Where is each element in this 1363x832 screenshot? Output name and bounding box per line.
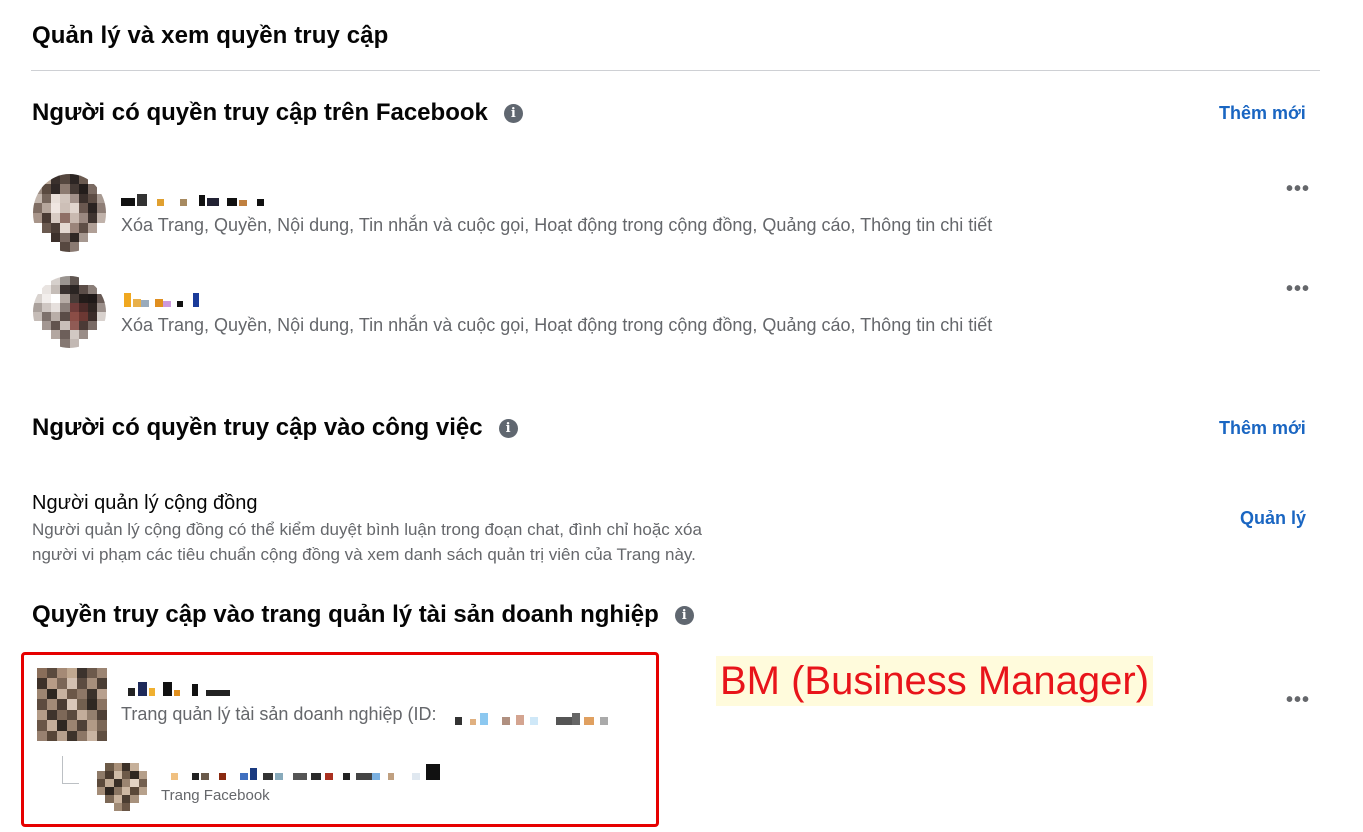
person-permissions: Xóa Trang, Quyền, Nội dung, Tin nhắn và …	[121, 215, 993, 235]
avatar[interactable]	[33, 276, 106, 348]
tree-connector	[62, 756, 79, 784]
facebook-access-section-title: Người có quyền truy cập trên Facebook i	[32, 99, 523, 127]
business-name-redacted[interactable]	[128, 678, 230, 696]
more-options-icon[interactable]: •••	[1286, 689, 1310, 712]
person-permissions: Xóa Trang, Quyền, Nội dung, Tin nhắn và …	[121, 315, 993, 335]
person-name-redacted[interactable]	[124, 289, 199, 307]
info-icon[interactable]: i	[498, 418, 518, 438]
info-icon[interactable]: i	[503, 103, 523, 123]
community-manager-title: Người quản lý cộng đồng	[32, 492, 258, 514]
info-icon[interactable]: i	[674, 605, 694, 625]
avatar[interactable]	[33, 174, 106, 252]
business-access-section-title: Quyền truy cập vào trang quản lý tài sản…	[32, 601, 694, 629]
add-facebook-access-button[interactable]: Thêm mới	[1219, 103, 1306, 124]
business-avatar[interactable]	[37, 668, 107, 741]
page-avatar[interactable]	[97, 763, 147, 811]
facebook-access-title: Người có quyền truy cập trên Facebook	[32, 99, 488, 126]
add-task-access-button[interactable]: Thêm mới	[1219, 418, 1306, 439]
community-manager-description-line1: Người quản lý cộng đồng có thể kiểm duyệ…	[32, 520, 702, 539]
page-name-redacted[interactable]	[171, 762, 440, 780]
manage-community-manager-button[interactable]: Quản lý	[1240, 508, 1306, 529]
page-subtitle: Trang Facebook	[161, 787, 270, 804]
more-options-icon[interactable]: •••	[1286, 278, 1310, 301]
business-subtitle: Trang quản lý tài sản doanh nghiệp (ID:	[121, 704, 437, 724]
page-title: Quản lý và xem quyền truy cập	[32, 22, 389, 49]
more-options-icon[interactable]: •••	[1286, 178, 1310, 201]
business-access-title: Quyền truy cập vào trang quản lý tài sản…	[32, 601, 659, 628]
header-divider	[31, 70, 1320, 71]
community-manager-description-line2: người vi phạm các tiêu chuẩn cộng đồng v…	[32, 545, 696, 564]
person-name-redacted[interactable]	[121, 188, 264, 206]
task-access-section-title: Người có quyền truy cập vào công việc i	[32, 414, 518, 442]
business-manager-annotation: BM (Business Manager)	[716, 656, 1154, 706]
business-id-redacted	[455, 707, 608, 725]
task-access-title: Người có quyền truy cập vào công việc	[32, 414, 483, 441]
